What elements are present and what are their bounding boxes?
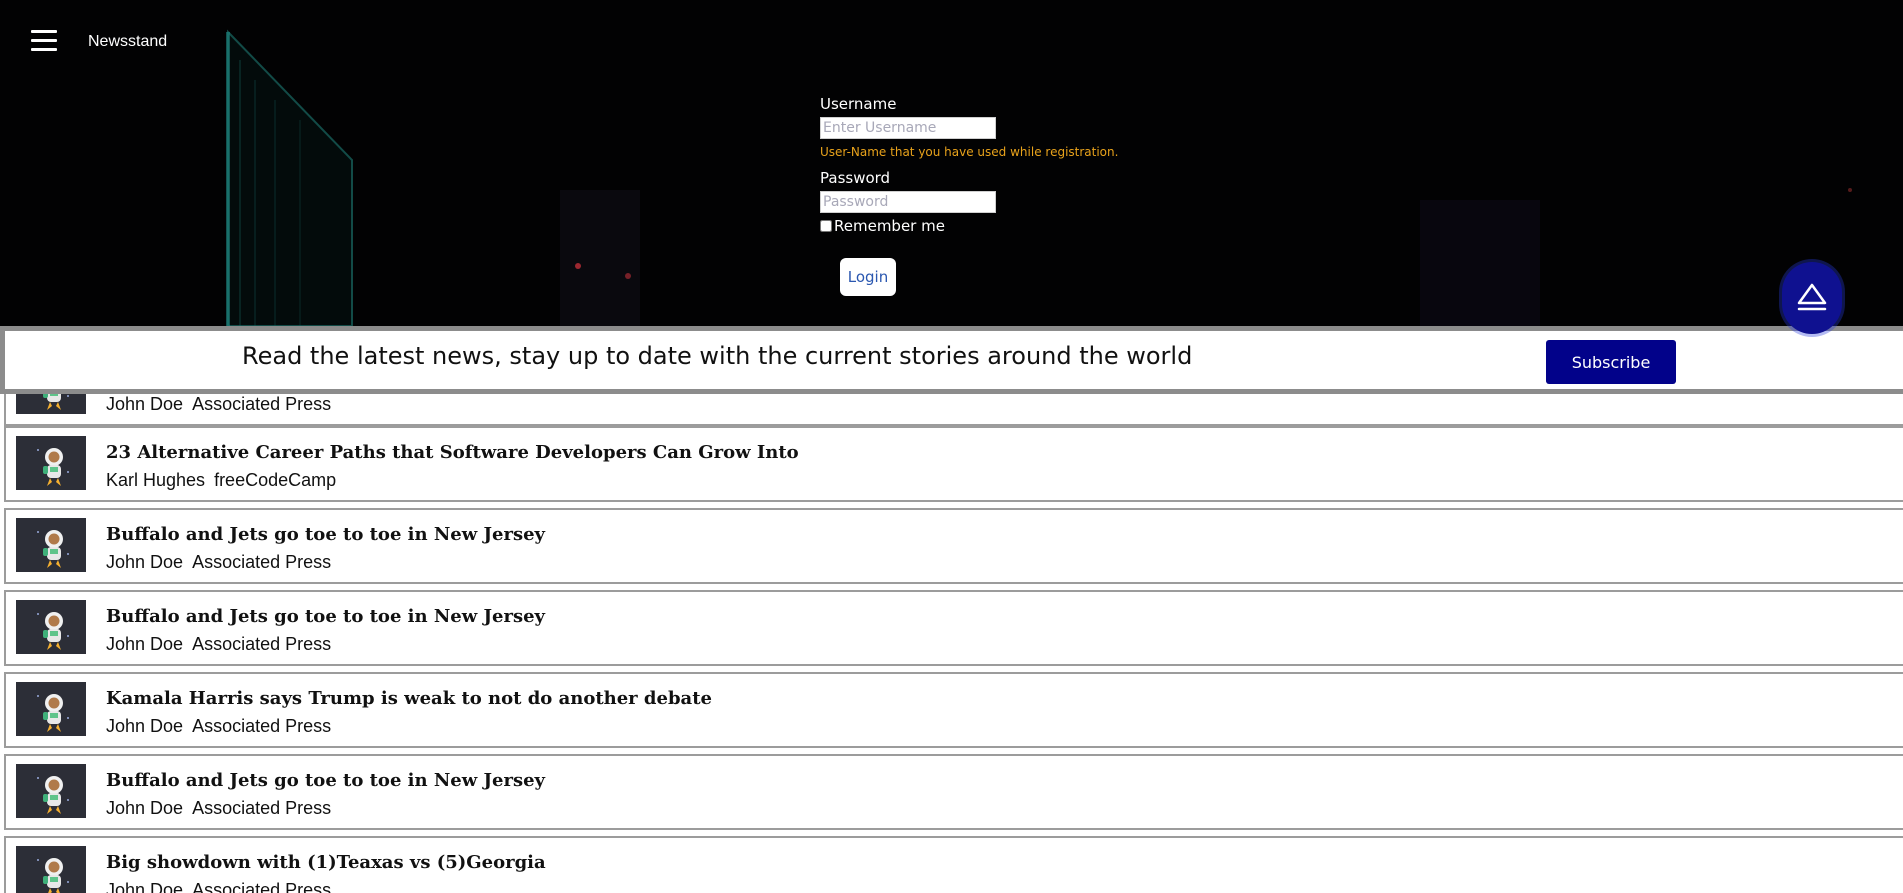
article-author: John Doe — [106, 716, 184, 736]
subscribe-button[interactable]: Subscribe — [1546, 340, 1676, 384]
article-meta: John Doe Associated Press — [106, 798, 331, 819]
article-thumbnail — [16, 846, 86, 893]
astronaut-icon — [37, 694, 69, 732]
astronaut-icon — [37, 530, 69, 568]
article-meta: John Doe Associated Press — [106, 716, 331, 737]
article-thumbnail — [16, 518, 86, 572]
login-form: Username User-Name that you have used wh… — [820, 95, 1119, 296]
news-card[interactable]: Buffalo and Jets go toe to toe in New Je… — [4, 754, 1903, 830]
article-source: Associated Press — [192, 716, 332, 736]
article-thumbnail — [16, 600, 86, 654]
news-list: Big showdown with (1)Teaxas vs (5)Georgi… — [0, 374, 1903, 893]
article-title[interactable]: Buffalo and Jets go toe to toe in New Je… — [106, 606, 545, 627]
username-hint: User-Name that you have used while regis… — [820, 145, 1119, 159]
astronaut-icon — [37, 448, 69, 486]
username-input[interactable] — [820, 117, 996, 139]
password-label: Password — [820, 169, 891, 187]
hero-header: Newsstand Username User-Name that you ha… — [0, 0, 1903, 326]
article-meta: John Doe Associated Press — [106, 880, 331, 893]
password-input[interactable] — [820, 191, 996, 213]
article-author: John Doe — [106, 552, 184, 572]
article-author: John Doe — [106, 394, 184, 414]
article-source: Associated Press — [192, 394, 332, 414]
brand-title[interactable]: Newsstand — [88, 33, 167, 51]
article-title[interactable]: 23 Alternative Career Paths that Softwar… — [106, 442, 799, 463]
username-label: Username — [820, 95, 897, 113]
hamburger-menu-icon[interactable] — [28, 28, 62, 54]
astronaut-icon — [37, 858, 69, 893]
article-author: John Doe — [106, 634, 184, 654]
news-card[interactable]: 23 Alternative Career Paths that Softwar… — [4, 426, 1903, 502]
article-author: Karl Hughes — [106, 470, 206, 490]
news-card[interactable]: Kamala Harris says Trump is weak to not … — [4, 672, 1903, 748]
article-author: John Doe — [106, 880, 184, 893]
article-source: Associated Press — [192, 880, 332, 893]
article-source: Associated Press — [192, 798, 332, 818]
remember-me-checkbox[interactable] — [820, 220, 832, 232]
news-card[interactable]: Big showdown with (1)Teaxas vs (5)Georgi… — [4, 836, 1903, 893]
article-meta: John Doe Associated Press — [106, 394, 331, 415]
news-card[interactable]: Buffalo and Jets go toe to toe in New Je… — [4, 508, 1903, 584]
remember-me-row: Remember me — [820, 217, 1118, 235]
article-meta: John Doe Associated Press — [106, 634, 331, 655]
scroll-to-top-button[interactable] — [1782, 262, 1842, 334]
article-title[interactable]: Big showdown with (1)Teaxas vs (5)Georgi… — [106, 852, 546, 873]
article-source: Associated Press — [192, 552, 332, 572]
banner-text: Read the latest news, stay up to date wi… — [242, 342, 1193, 370]
article-meta: John Doe Associated Press — [106, 552, 331, 573]
subscribe-banner: Read the latest news, stay up to date wi… — [0, 326, 1903, 394]
article-thumbnail — [16, 764, 86, 818]
article-title[interactable]: Buffalo and Jets go toe to toe in New Je… — [106, 524, 545, 545]
article-thumbnail — [16, 436, 86, 490]
astronaut-icon — [37, 776, 69, 814]
article-source: Associated Press — [192, 634, 332, 654]
article-thumbnail — [16, 682, 86, 736]
article-title[interactable]: Buffalo and Jets go toe to toe in New Je… — [106, 770, 545, 791]
article-title[interactable]: Kamala Harris says Trump is weak to not … — [106, 688, 712, 709]
eject-up-icon — [1797, 283, 1827, 311]
login-button[interactable]: Login — [840, 258, 896, 296]
astronaut-icon — [37, 612, 69, 650]
remember-me-label: Remember me — [834, 217, 945, 235]
article-source: freeCodeCamp — [214, 470, 337, 490]
news-card[interactable]: Buffalo and Jets go toe to toe in New Je… — [4, 590, 1903, 666]
article-author: John Doe — [106, 798, 184, 818]
article-meta: Karl Hughes freeCodeCamp — [106, 470, 336, 491]
